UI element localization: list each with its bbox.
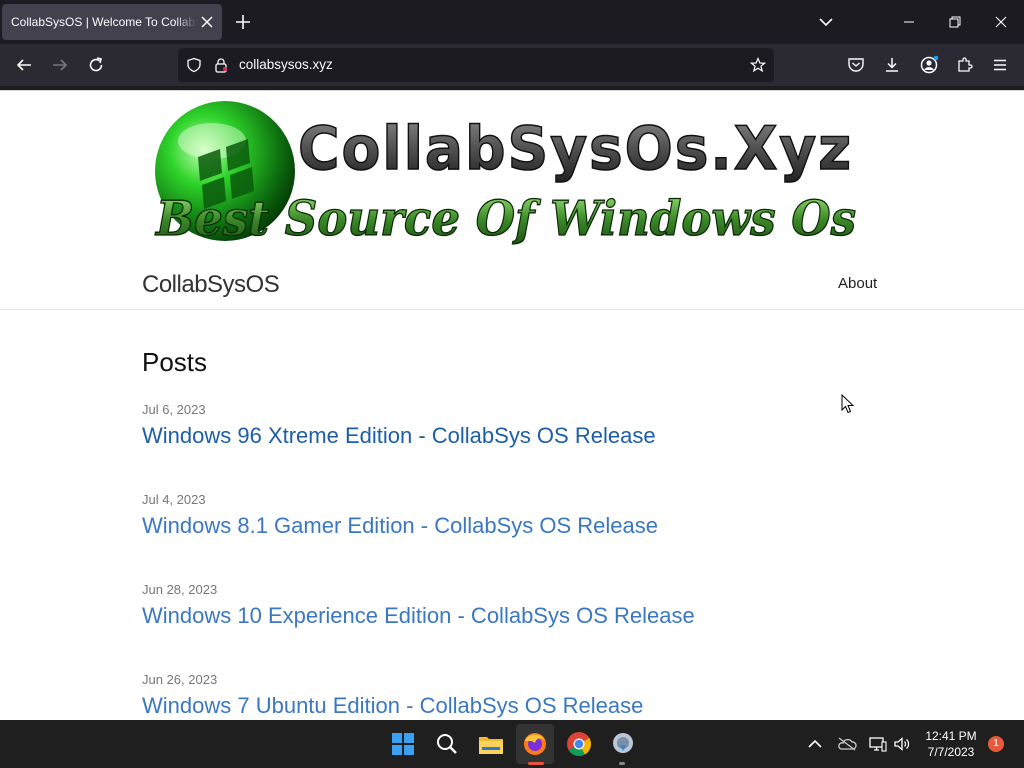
tab-title: CollabSysOS | Welcome To CollabSysOS (11, 15, 197, 29)
clock-date: 7/7/2023 (927, 745, 975, 759)
close-icon (995, 16, 1007, 28)
chrome-icon (567, 732, 592, 757)
forward-button[interactable] (49, 54, 71, 76)
onedrive-button[interactable] (837, 734, 857, 754)
firefox-icon (524, 733, 546, 755)
network-icon (869, 737, 887, 752)
close-window-button[interactable] (978, 0, 1024, 44)
banner-tagline: Best Source Of Windows Os (154, 191, 856, 247)
banner-title: CollabSysOs.Xyz (298, 114, 853, 184)
cloud-offline-icon (838, 737, 857, 751)
post-item: Jul 4, 2023 Windows 8.1 Gamer Edition - … (142, 492, 658, 539)
web-page: CollabSysOs.Xyz Best Source Of Windows O… (0, 90, 1024, 720)
close-tab-icon[interactable] (198, 13, 216, 31)
lock-icon[interactable] (213, 57, 229, 73)
speaker-icon (894, 737, 910, 751)
post-date: Jul 4, 2023 (142, 492, 206, 507)
navigation-bar: collabsysos.xyz (0, 44, 1024, 86)
url-text: collabsysos.xyz (239, 57, 333, 72)
shield-icon[interactable] (186, 57, 202, 73)
taskbar: 12:41 PM 7/7/2023 1 (0, 720, 1024, 768)
network-button[interactable] (868, 734, 888, 754)
back-button[interactable] (13, 54, 35, 76)
site-banner[interactable]: CollabSysOs.Xyz Best Source Of Windows O… (150, 99, 860, 249)
posts-heading: Posts (142, 347, 208, 377)
installer-app-button[interactable] (609, 730, 637, 758)
new-tab-icon[interactable] (234, 13, 252, 31)
clock-time: 12:41 PM (925, 729, 977, 743)
system-clock[interactable]: 12:41 PM 7/7/2023 (918, 728, 984, 760)
running-indicator (528, 762, 544, 765)
post-date: Jun 28, 2023 (142, 582, 218, 597)
account-icon (920, 55, 939, 74)
restore-icon (949, 16, 961, 28)
forward-arrow-icon (53, 59, 68, 71)
nav-about-link[interactable]: About (838, 275, 877, 292)
restore-button[interactable] (932, 0, 978, 44)
browser-tab[interactable]: CollabSysOS | Welcome To CollabSysOS (2, 4, 222, 40)
installer-icon (613, 733, 633, 753)
reload-icon (89, 57, 103, 72)
chrome-button[interactable] (565, 730, 593, 758)
start-button[interactable] (389, 730, 417, 758)
chevron-up-icon (808, 739, 822, 748)
menu-button[interactable] (989, 54, 1011, 76)
back-arrow-icon (16, 59, 31, 71)
chevron-down-icon[interactable] (817, 13, 835, 31)
volume-button[interactable] (892, 734, 912, 754)
puzzle-icon (958, 57, 973, 72)
download-icon (886, 58, 898, 72)
post-title-link[interactable]: Windows 10 Experience Edition - CollabSy… (142, 603, 695, 629)
post-title-link[interactable]: Windows 8.1 Gamer Edition - CollabSys OS… (142, 513, 658, 539)
pocket-button[interactable] (845, 54, 867, 76)
post-title-link[interactable]: Windows 96 Xtreme Edition - CollabSys OS… (142, 423, 656, 449)
minimize-button[interactable] (886, 0, 932, 44)
post-item: Jul 6, 2023 Windows 96 Xtreme Edition - … (142, 402, 656, 449)
hamburger-icon (994, 59, 1006, 71)
extensions-button[interactable] (954, 54, 976, 76)
tab-strip: CollabSysOS | Welcome To CollabSysOS (0, 0, 1024, 44)
windows-start-icon (392, 733, 414, 755)
search-icon (437, 734, 457, 754)
address-bar[interactable]: collabsysos.xyz (178, 48, 774, 82)
site-title[interactable]: CollabSysOS (142, 271, 280, 299)
search-button[interactable] (433, 730, 461, 758)
star-icon[interactable] (750, 57, 766, 73)
reload-button[interactable] (85, 54, 107, 76)
pocket-icon (848, 58, 864, 72)
account-button[interactable] (918, 54, 940, 76)
post-title-link[interactable]: Windows 7 Ubuntu Edition - CollabSys OS … (142, 693, 643, 719)
notification-badge[interactable]: 1 (988, 736, 1004, 752)
running-indicator (619, 762, 625, 765)
file-explorer-button[interactable] (477, 730, 505, 758)
header-divider (0, 309, 1024, 310)
tray-overflow-button[interactable] (805, 734, 825, 754)
downloads-button[interactable] (881, 54, 903, 76)
folder-icon (479, 737, 503, 754)
mouse-cursor-icon (841, 394, 855, 414)
minimize-icon (904, 21, 914, 23)
post-item: Jun 26, 2023 Windows 7 Ubuntu Edition - … (142, 672, 643, 719)
post-date: Jul 6, 2023 (142, 402, 206, 417)
post-item: Jun 28, 2023 Windows 10 Experience Editi… (142, 582, 695, 629)
firefox-button[interactable] (521, 730, 549, 758)
post-date: Jun 26, 2023 (142, 672, 218, 687)
